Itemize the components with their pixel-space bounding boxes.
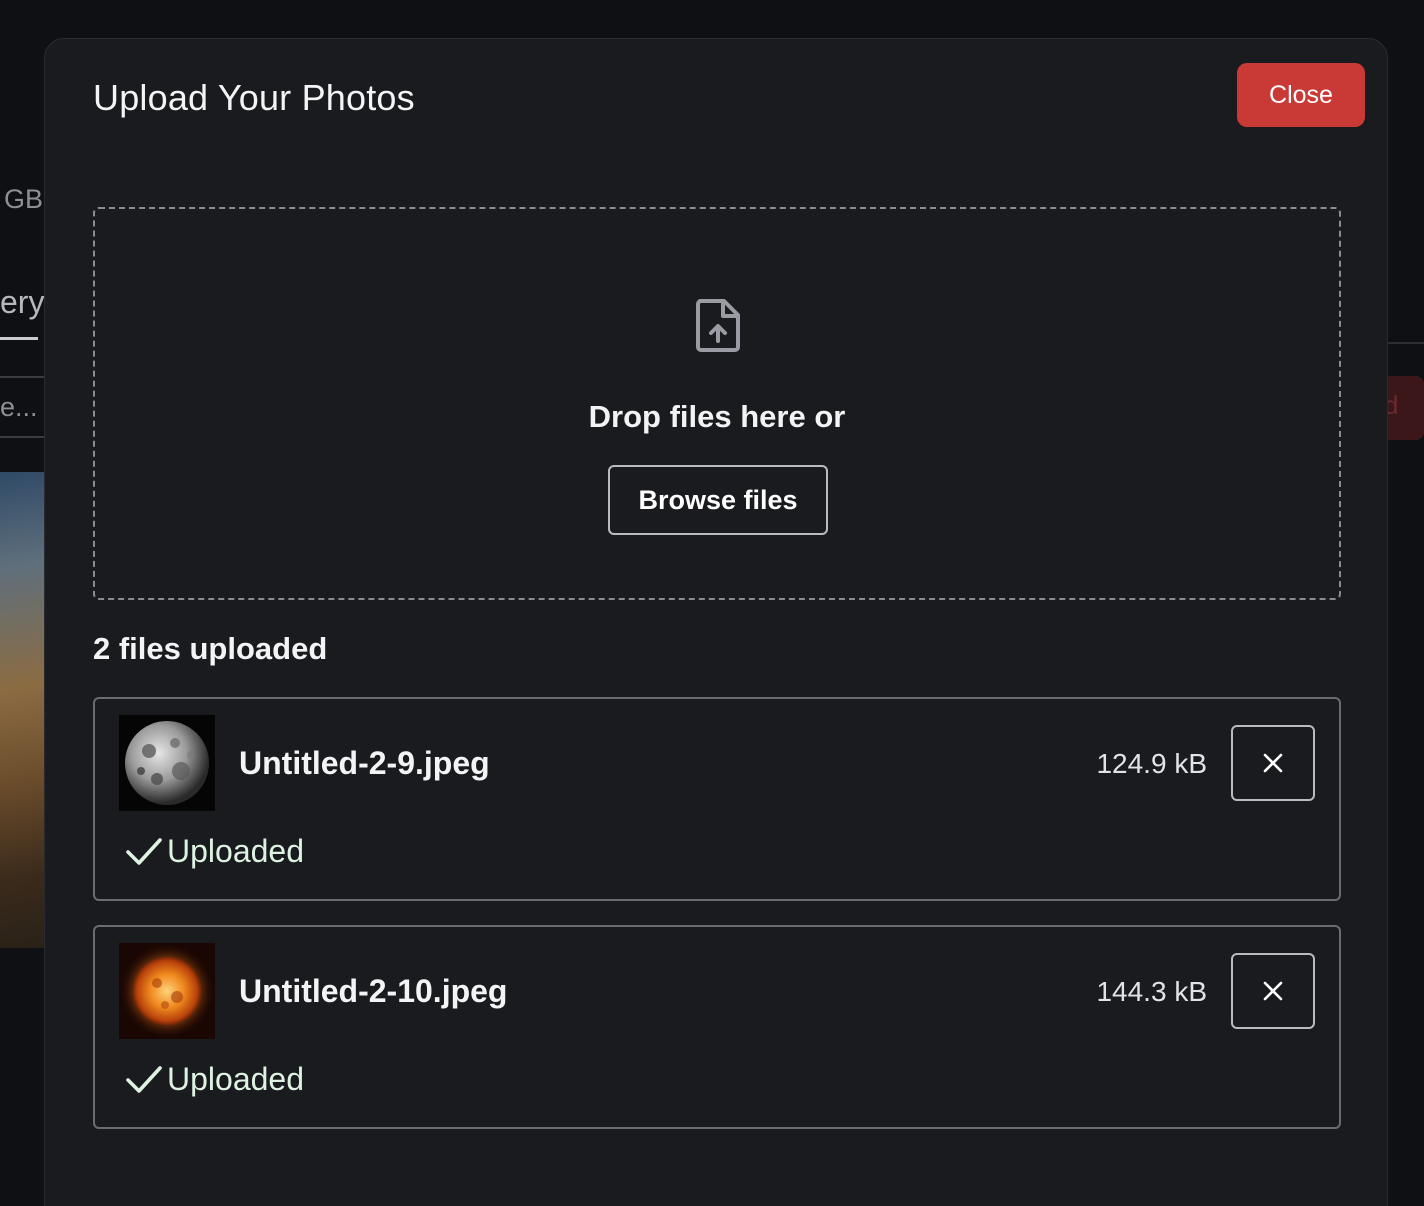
- close-icon: [1263, 981, 1283, 1001]
- sun-thumbnail: [119, 943, 215, 1039]
- tab-active-indicator: [0, 337, 38, 340]
- upload-status: Uploaded: [125, 1061, 304, 1098]
- storage-label-fragment: GB: [4, 184, 44, 214]
- checkmark-icon: [126, 837, 162, 865]
- upload-status: Uploaded: [125, 833, 304, 870]
- moon-thumbnail: [119, 715, 215, 811]
- browse-files-button[interactable]: Browse files: [608, 465, 828, 535]
- drop-prompt: Drop files here or: [588, 399, 846, 434]
- upload-status-text: Uploaded: [167, 1061, 304, 1097]
- search-placeholder-fragment: e...: [0, 392, 38, 422]
- files-uploaded-count: 2 files uploaded: [93, 631, 328, 666]
- remove-file-button[interactable]: [1231, 953, 1315, 1029]
- app-screen: GB ery e... d Upload Your Photos Close D…: [0, 0, 1424, 1206]
- upload-modal: Upload Your Photos Close Drop files here…: [44, 38, 1388, 1206]
- file-size: 124.9 kB: [1096, 748, 1207, 779]
- divider: [1388, 342, 1424, 344]
- file-name: Untitled-2-9.jpeg: [239, 745, 490, 781]
- checkmark-icon: [126, 1065, 162, 1093]
- tab-gallery-fragment[interactable]: ery: [0, 284, 44, 321]
- modal-title: Upload Your Photos: [93, 77, 415, 118]
- upload-status-text: Uploaded: [167, 833, 304, 869]
- file-item: Untitled-2-9.jpeg 124.9 kB Uploaded: [93, 697, 1341, 901]
- file-name: Untitled-2-10.jpeg: [239, 973, 508, 1009]
- close-icon: [1263, 753, 1283, 773]
- file-item: Untitled-2-10.jpeg 144.3 kB Uploaded: [93, 925, 1341, 1129]
- file-size: 144.3 kB: [1096, 976, 1207, 1007]
- file-upload-icon: [696, 299, 740, 352]
- remove-file-button[interactable]: [1231, 725, 1315, 801]
- close-button[interactable]: Close: [1237, 63, 1365, 127]
- gallery-photo[interactable]: [0, 472, 44, 948]
- file-dropzone[interactable]: Drop files here or Browse files: [93, 207, 1341, 600]
